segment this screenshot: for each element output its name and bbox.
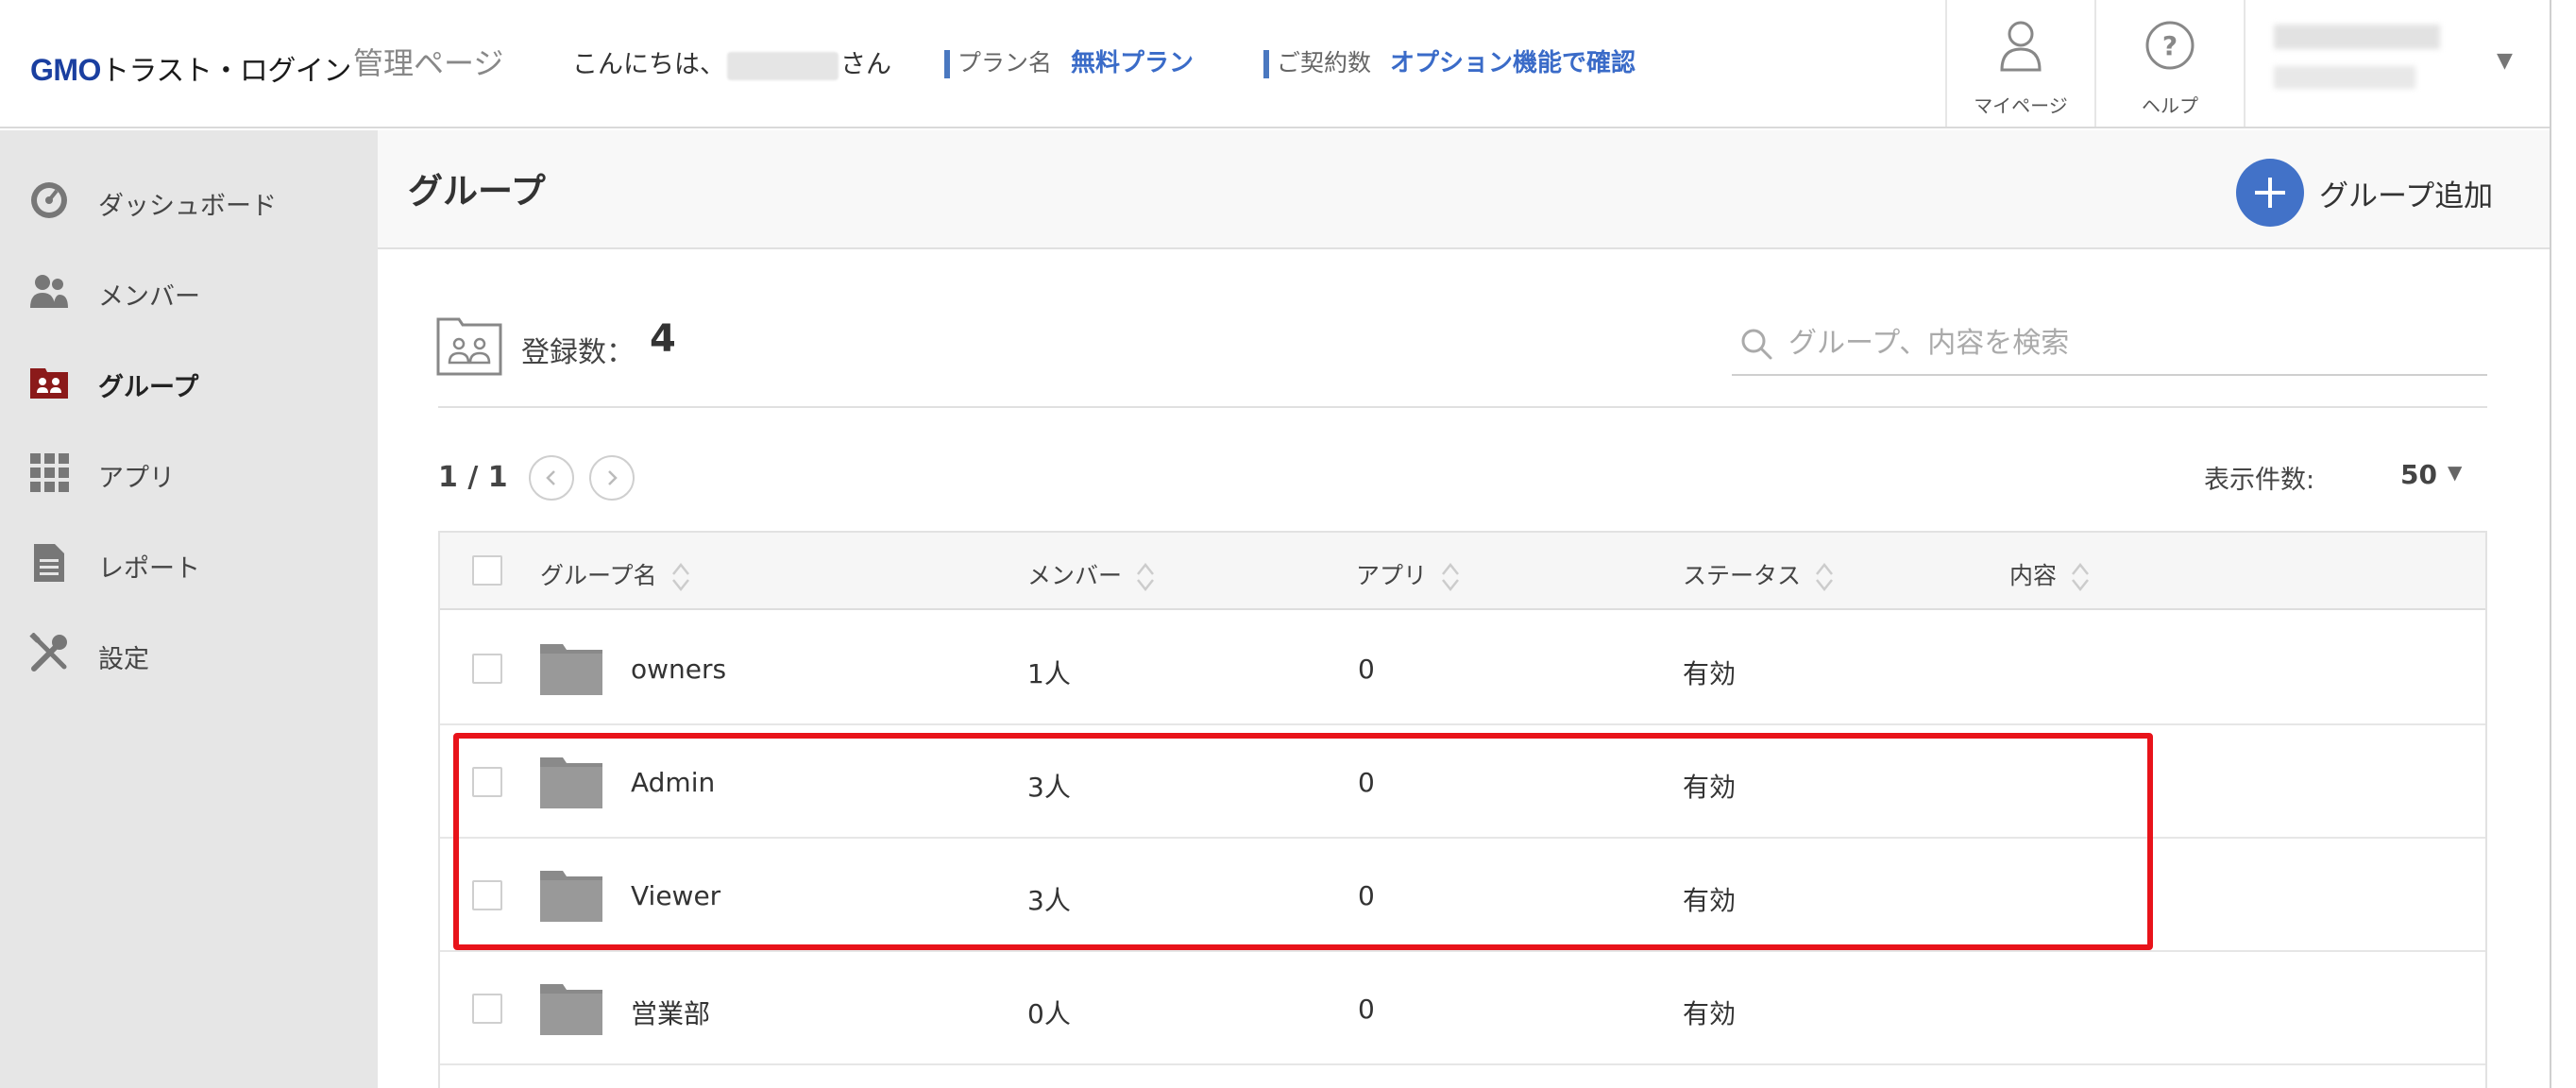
app-count: 0 <box>1358 994 1375 1025</box>
contract-value[interactable]: オプション機能で確認 <box>1390 49 1635 77</box>
contract-info: ご契約数 オプション機能で確認 <box>1263 43 1635 78</box>
column-header-members[interactable]: メンバー <box>1027 557 1156 594</box>
count-label: 登録数： <box>521 336 635 369</box>
chevron-right-icon <box>608 470 618 485</box>
group-folder-icon <box>436 317 502 376</box>
settings-tools-icon <box>29 633 67 672</box>
blurred-account-detail <box>2274 66 2415 89</box>
divider <box>438 406 2487 408</box>
page-header: グループ グループ追加 <box>378 130 2550 249</box>
count-value: 4 <box>650 317 676 361</box>
next-page-button[interactable] <box>589 455 635 501</box>
search-input[interactable] <box>1788 319 2468 366</box>
contract-accent-bar <box>1263 50 1269 78</box>
logo-text: トラスト・ログイン <box>100 56 351 87</box>
column-header-name[interactable]: グループ名 <box>540 557 691 594</box>
help-button[interactable]: ? ヘルプ <box>2094 0 2244 127</box>
row-checkbox[interactable] <box>472 994 502 1024</box>
add-group-label[interactable]: グループ追加 <box>2319 172 2493 214</box>
row-checkbox[interactable] <box>472 654 502 684</box>
blurred-account-name <box>2274 25 2440 49</box>
sort-icon <box>671 562 689 592</box>
plan-info: プラン名 無料プラン <box>944 43 1194 78</box>
blurred-username <box>727 51 839 80</box>
column-header-status[interactable]: ステータス <box>1683 557 1835 594</box>
sidebar-label-apps: アプリ <box>98 464 175 493</box>
plan-value: 無料プラン <box>1071 49 1195 77</box>
help-icon: ? <box>2145 21 2195 70</box>
column-label: グループ名 <box>540 562 657 589</box>
prev-page-button[interactable] <box>529 455 574 501</box>
svg-text:?: ? <box>2162 30 2178 61</box>
logo[interactable]: GMOトラスト・ログイン <box>30 47 351 89</box>
sidebar-item-members[interactable]: メンバー <box>0 246 378 336</box>
sidebar-item-apps[interactable]: アプリ <box>0 427 378 518</box>
plan-label: プラン名 <box>958 49 1053 76</box>
mypage-button[interactable]: マイページ <box>1945 0 2094 127</box>
app-count: 0 <box>1358 654 1375 685</box>
page-indicator: 1 / 1 <box>438 461 508 494</box>
per-page-label: 表示件数: <box>2204 466 2315 495</box>
report-icon <box>34 544 64 582</box>
chevron-down-icon: ▼ <box>2497 49 2513 73</box>
member-count: 0人 <box>1027 998 1071 1029</box>
sort-icon <box>2072 562 2089 592</box>
user-icon <box>2000 21 2042 72</box>
plan-accent-bar <box>944 50 950 78</box>
help-label: ヘルプ <box>2142 94 2198 117</box>
members-icon <box>30 275 68 308</box>
column-header-apps[interactable]: アプリ <box>1356 557 1461 594</box>
greeting-prefix: こんにちは、 <box>572 50 725 79</box>
add-group-button[interactable] <box>2236 159 2304 227</box>
window-edge <box>2550 0 2576 1088</box>
column-label: アプリ <box>1356 562 1428 589</box>
group-icon <box>30 368 68 399</box>
sidebar-item-groups[interactable]: グループ <box>0 336 378 427</box>
mypage-label: マイページ <box>1974 94 2068 117</box>
sidebar: ダッシュボード メンバー グループ アプリ レポート 設定 <box>0 130 378 1088</box>
contract-label: ご契約数 <box>1277 49 1372 76</box>
sidebar-item-report[interactable]: レポート <box>0 518 378 608</box>
sidebar-label-groups: グループ <box>98 373 199 402</box>
sort-icon <box>1816 562 1833 592</box>
top-header: GMOトラスト・ログイン 管理ページ こんにちは、 さん プラン名 無料プラン ご契… <box>0 0 2550 128</box>
sort-icon <box>1442 562 1459 592</box>
group-name[interactable]: 営業部 <box>631 994 710 1031</box>
greeting-suffix: さん <box>840 50 891 79</box>
member-count: 1人 <box>1027 658 1071 689</box>
search-box[interactable] <box>1732 310 2487 376</box>
folder-icon <box>540 984 602 1035</box>
chevron-left-icon <box>546 470 555 485</box>
sidebar-item-settings[interactable]: 設定 <box>0 608 378 699</box>
per-page-select[interactable]: 50 <box>2400 459 2437 490</box>
group-name[interactable]: owners <box>631 654 726 685</box>
sidebar-label-report: レポート <box>98 554 200 584</box>
logo-brand: GMO <box>30 53 101 87</box>
greeting: こんにちは、 さん <box>572 43 891 80</box>
folder-icon <box>540 644 602 695</box>
page-title: グループ <box>408 171 546 212</box>
sidebar-item-dashboard[interactable]: ダッシュボード <box>0 155 378 246</box>
table-row[interactable]: owners 1人 0 有効 <box>440 612 2485 725</box>
column-label: 内容 <box>2009 562 2058 589</box>
column-label: メンバー <box>1027 562 1123 589</box>
sort-icon <box>1137 562 1154 592</box>
column-header-description[interactable]: 内容 <box>2009 557 2091 594</box>
chevron-down-icon[interactable]: ▼ <box>2448 461 2462 484</box>
select-all-checkbox[interactable] <box>472 555 502 586</box>
search-icon <box>1741 329 1772 360</box>
dashboard-icon <box>31 182 67 218</box>
sidebar-label-settings: 設定 <box>98 645 149 674</box>
admin-page-title: 管理ページ <box>353 45 504 81</box>
sidebar-label-members: メンバー <box>98 282 200 312</box>
account-menu[interactable]: ▼ <box>2244 0 2550 127</box>
group-status: 有効 <box>1683 998 1737 1029</box>
highlight-box <box>453 733 2153 950</box>
table-row[interactable]: 営業部 0人 0 有効 <box>440 952 2485 1065</box>
apps-grid-icon <box>30 453 69 492</box>
sidebar-label-dashboard: ダッシュボード <box>98 192 277 221</box>
table-header: グループ名 メンバー アプリ ステータス 内容 <box>440 533 2485 610</box>
group-status: 有効 <box>1683 658 1737 689</box>
column-label: ステータス <box>1683 562 1802 589</box>
